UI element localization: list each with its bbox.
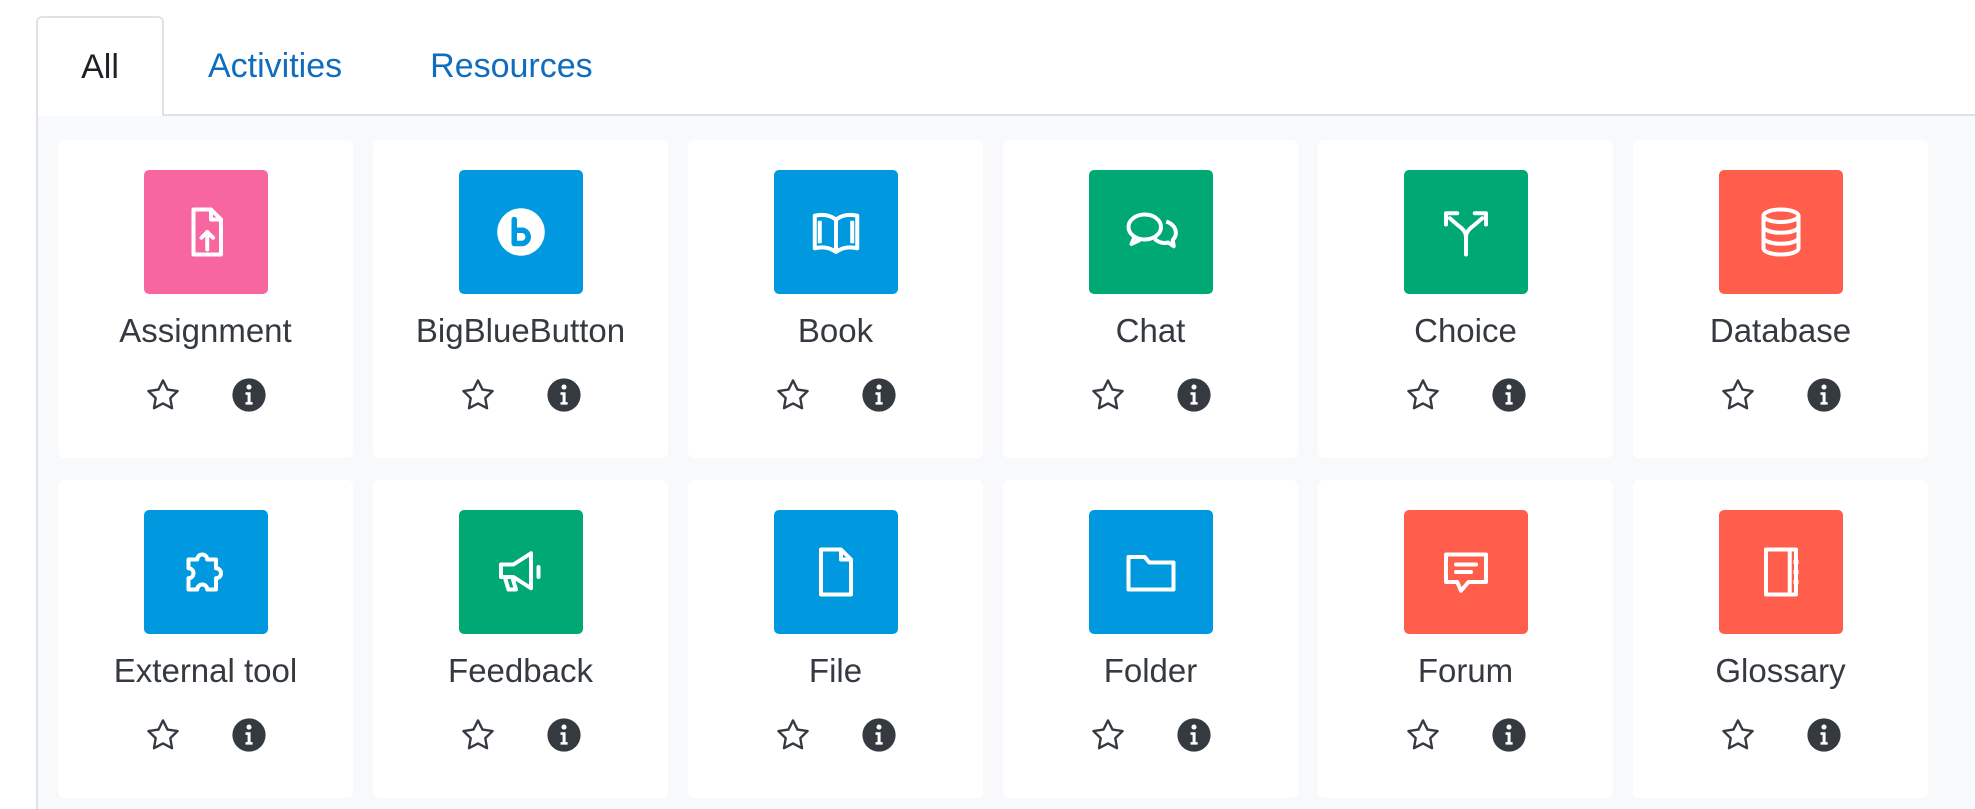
module-label[interactable]: Database [1710, 312, 1851, 350]
module-card-glossary[interactable]: Glossary [1633, 480, 1928, 798]
module-card-file[interactable]: File [688, 480, 983, 798]
module-actions [774, 716, 898, 754]
module-actions [144, 716, 268, 754]
info-icon[interactable] [1805, 376, 1843, 414]
module-actions [1404, 716, 1528, 754]
chat-icon[interactable] [1088, 170, 1213, 294]
module-actions [144, 376, 268, 414]
module-card-assignment[interactable]: Assignment [58, 140, 353, 458]
module-label[interactable]: External tool [114, 652, 297, 690]
file-icon[interactable] [773, 510, 898, 634]
tab-all[interactable]: All [36, 16, 164, 116]
module-label[interactable]: Feedback [448, 652, 593, 690]
module-card-book[interactable]: Book [688, 140, 983, 458]
module-actions [1089, 716, 1213, 754]
module-actions [1719, 716, 1843, 754]
module-card-folder[interactable]: Folder [1003, 480, 1298, 798]
module-actions [1089, 376, 1213, 414]
feedback-icon[interactable] [458, 510, 583, 634]
info-icon[interactable] [1805, 716, 1843, 754]
star-icon[interactable] [459, 376, 497, 414]
module-actions [459, 716, 583, 754]
book-icon[interactable] [773, 170, 898, 294]
info-icon[interactable] [860, 716, 898, 754]
tab-bar: All Activities Resources [36, 16, 637, 116]
tab-panel-all: Assignment BigBlueButton Book Chat Choice Dat… [36, 114, 1975, 809]
star-icon[interactable] [144, 376, 182, 414]
info-icon[interactable] [1175, 716, 1213, 754]
info-icon[interactable] [545, 376, 583, 414]
module-label[interactable]: Choice [1414, 312, 1517, 350]
bigbluebutton-icon[interactable] [458, 170, 583, 294]
module-card-bigbluebutton[interactable]: BigBlueButton [373, 140, 668, 458]
module-label[interactable]: Chat [1116, 312, 1186, 350]
module-actions [1719, 376, 1843, 414]
module-card-feedback[interactable]: Feedback [373, 480, 668, 798]
star-icon[interactable] [1719, 716, 1757, 754]
module-card-choice[interactable]: Choice [1318, 140, 1613, 458]
star-icon[interactable] [1404, 716, 1442, 754]
info-icon[interactable] [1490, 716, 1528, 754]
star-icon[interactable] [774, 376, 812, 414]
module-card-chat[interactable]: Chat [1003, 140, 1298, 458]
external-tool-icon[interactable] [143, 510, 268, 634]
module-grid: Assignment BigBlueButton Book Chat Choice Dat… [58, 140, 1928, 798]
info-icon[interactable] [1175, 376, 1213, 414]
module-label[interactable]: File [809, 652, 862, 690]
star-icon[interactable] [144, 716, 182, 754]
module-label[interactable]: Book [798, 312, 873, 350]
module-card-forum[interactable]: Forum [1318, 480, 1613, 798]
module-card-external-tool[interactable]: External tool [58, 480, 353, 798]
tab-resources[interactable]: Resources [386, 16, 637, 116]
database-icon[interactable] [1718, 170, 1843, 294]
star-icon[interactable] [774, 716, 812, 754]
module-label[interactable]: Forum [1418, 652, 1513, 690]
star-icon[interactable] [1089, 716, 1127, 754]
star-icon[interactable] [1404, 376, 1442, 414]
tab-activities[interactable]: Activities [164, 16, 386, 116]
info-icon[interactable] [230, 716, 268, 754]
module-label[interactable]: Glossary [1715, 652, 1845, 690]
module-label[interactable]: Assignment [119, 312, 291, 350]
info-icon[interactable] [545, 716, 583, 754]
star-icon[interactable] [1089, 376, 1127, 414]
assignment-icon[interactable] [143, 170, 268, 294]
module-actions [1404, 376, 1528, 414]
info-icon[interactable] [860, 376, 898, 414]
choice-icon[interactable] [1403, 170, 1528, 294]
module-label[interactable]: Folder [1104, 652, 1198, 690]
module-card-database[interactable]: Database [1633, 140, 1928, 458]
glossary-icon[interactable] [1718, 510, 1843, 634]
info-icon[interactable] [230, 376, 268, 414]
module-actions [459, 376, 583, 414]
forum-icon[interactable] [1403, 510, 1528, 634]
module-actions [774, 376, 898, 414]
folder-icon[interactable] [1088, 510, 1213, 634]
module-label[interactable]: BigBlueButton [416, 312, 625, 350]
info-icon[interactable] [1490, 376, 1528, 414]
activity-chooser: All Activities Resources Assignment BigBl… [0, 0, 1975, 809]
star-icon[interactable] [459, 716, 497, 754]
star-icon[interactable] [1719, 376, 1757, 414]
